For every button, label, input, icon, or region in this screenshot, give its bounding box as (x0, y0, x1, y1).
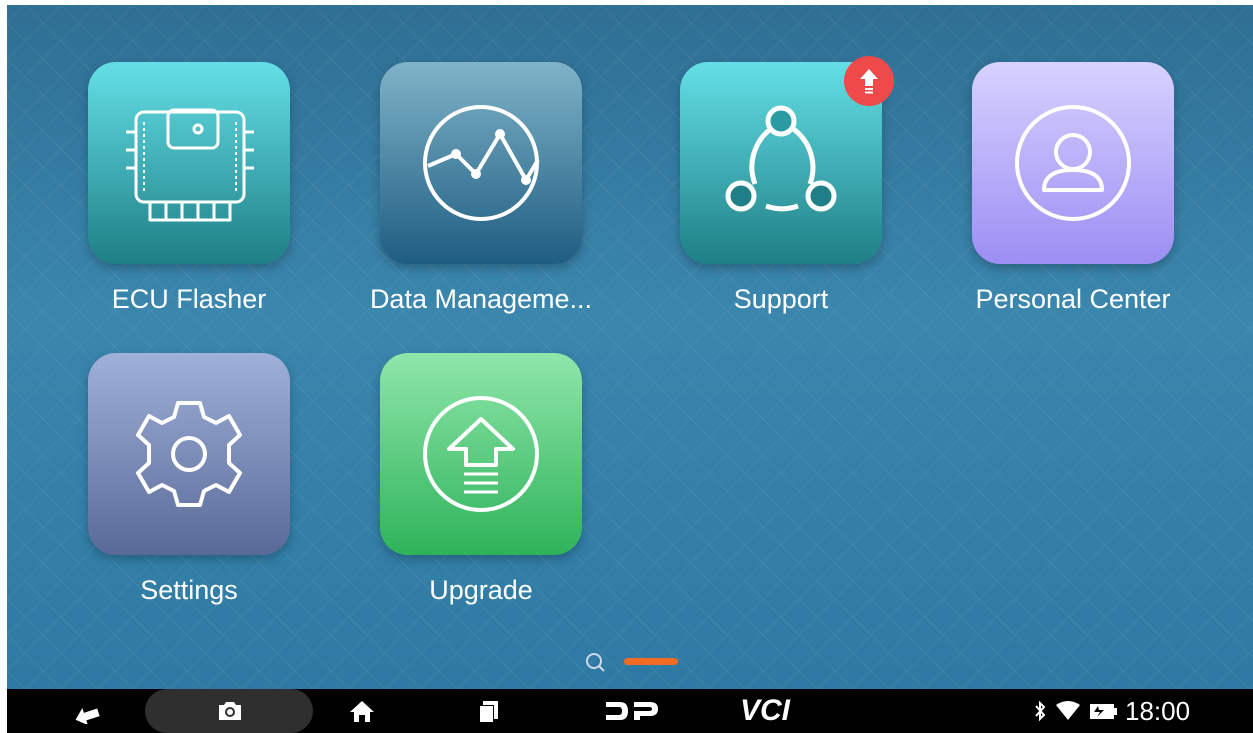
app-label: Support (733, 284, 829, 314)
ecu-chip-icon (126, 108, 254, 222)
personal-center-tile[interactable] (972, 62, 1174, 264)
settings-tile[interactable] (88, 353, 290, 555)
recents-icon (479, 701, 498, 723)
app-label: ECU Flasher (111, 284, 267, 314)
screenshot-button[interactable] (205, 689, 255, 733)
vci-label: VCI (739, 694, 790, 727)
app-data-management[interactable]: Data Manageme... (361, 62, 601, 316)
home-button[interactable] (337, 689, 387, 733)
app-support[interactable]: Support (661, 56, 901, 316)
back-icon (75, 708, 100, 724)
app-personal-center[interactable]: Personal Center (953, 62, 1193, 316)
support-tile[interactable] (680, 56, 894, 264)
app-label: Upgrade (429, 575, 533, 605)
gear-icon (136, 401, 242, 507)
back-button[interactable] (62, 689, 112, 733)
app-ecu-flasher[interactable]: ECU Flasher (69, 62, 309, 316)
dp-logo-icon (606, 702, 658, 720)
upgrade-tile[interactable] (380, 353, 582, 555)
line-chart-circle-icon (423, 105, 540, 221)
vci-button[interactable]: VCI (729, 689, 801, 733)
navigation-bar: VCI 18:00 (7, 689, 1253, 733)
recents-button[interactable] (463, 689, 513, 733)
dp-button[interactable] (597, 689, 667, 733)
data-management-tile[interactable] (380, 62, 582, 264)
active-page-dash (624, 658, 678, 665)
user-circle-icon (1015, 105, 1131, 221)
app-upgrade[interactable]: Upgrade (361, 353, 601, 607)
screenshot-icon (219, 702, 241, 720)
home-icon (350, 701, 374, 722)
bluetooth-icon (1029, 689, 1051, 733)
app-label: Settings (140, 575, 238, 605)
battery-icon (1087, 689, 1121, 733)
page-indicator (584, 650, 694, 681)
wifi-icon (1053, 689, 1083, 733)
home-screen: ECU Flasher Data Manageme... Support Per… (7, 5, 1253, 733)
app-settings[interactable]: Settings (69, 353, 309, 607)
app-label: Personal Center (975, 284, 1171, 314)
app-label: Data Manageme... (369, 284, 593, 314)
search-page-dot-icon[interactable] (586, 653, 605, 672)
status-clock: 18:00 (1125, 689, 1237, 733)
ecu-flasher-tile[interactable] (88, 62, 290, 264)
upload-arrow-icon (423, 396, 539, 512)
clock-time: 18:00 (1125, 695, 1191, 726)
upgrade-badge-icon (844, 56, 894, 106)
